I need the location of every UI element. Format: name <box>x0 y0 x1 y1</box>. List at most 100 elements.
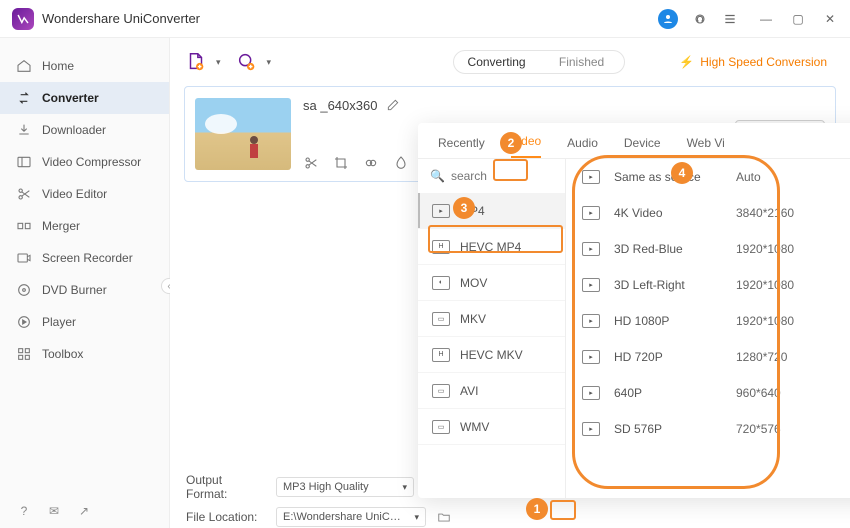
help-icon[interactable]: ? <box>16 503 32 519</box>
format-item-hevcmp4[interactable]: HHEVC MP4 <box>418 229 565 265</box>
resolution-item[interactable]: ▸640P960*640 <box>566 375 850 411</box>
output-format-select[interactable]: MP3 High Quality▾ <box>276 477 414 497</box>
grid-icon <box>16 346 32 362</box>
rename-icon[interactable] <box>385 97 401 113</box>
bolt-icon: ⚡ <box>679 55 694 69</box>
sidebar-item-compressor[interactable]: Video Compressor <box>0 146 169 178</box>
minimize-button[interactable]: — <box>758 11 774 27</box>
file-location-select[interactable]: E:\Wondershare UniConverter▾ <box>276 507 426 527</box>
hamburger-icon[interactable] <box>722 11 738 27</box>
media-icon: ▸ <box>582 206 600 220</box>
support-icon[interactable] <box>692 11 708 27</box>
media-icon: ▸ <box>582 170 600 184</box>
resolution-item[interactable]: ▸HD 720P1280*720 <box>566 339 850 375</box>
folder-icon[interactable] <box>436 509 452 525</box>
crop-icon[interactable] <box>333 155 349 171</box>
disc-icon <box>16 282 32 298</box>
sidebar-item-player[interactable]: Player <box>0 306 169 338</box>
sidebar-item-converter[interactable]: Converter <box>0 82 169 114</box>
effects-icon[interactable] <box>363 155 379 171</box>
sidebar-item-recorder[interactable]: Screen Recorder <box>0 242 169 274</box>
home-icon <box>16 58 32 74</box>
media-icon: ▸ <box>582 386 600 400</box>
annotation-badge-2: 2 <box>500 132 522 154</box>
record-icon <box>16 250 32 266</box>
scissors-icon <box>16 186 32 202</box>
trim-icon[interactable] <box>303 155 319 171</box>
annotation-badge-4: 4 <box>671 162 693 184</box>
close-button[interactable]: ✕ <box>822 11 838 27</box>
compress-icon <box>16 154 32 170</box>
media-icon: ▸ <box>432 204 450 218</box>
download-icon <box>16 122 32 138</box>
format-item-avi[interactable]: ▭AVI <box>418 373 565 409</box>
resolution-item[interactable]: ▸Same as sourceAuto <box>566 159 850 195</box>
tab-converting[interactable]: Converting <box>454 51 539 73</box>
tab-device[interactable]: Device <box>624 136 661 158</box>
watermark-icon[interactable] <box>393 155 409 171</box>
feedback-icon[interactable]: ✉ <box>46 503 62 519</box>
sidebar: Home Converter Downloader Video Compress… <box>0 38 170 528</box>
resolution-item[interactable]: ▸SD 576P720*576 <box>566 411 850 447</box>
play-icon <box>16 314 32 330</box>
media-icon: ▭ <box>432 312 450 326</box>
search-input[interactable] <box>451 169 541 183</box>
format-list: 🔍 ▸MP4 HHEVC MP4 ◐MOV ▭MKV HHEVC MKV ▭AV… <box>418 159 566 498</box>
sidebar-item-label: Player <box>42 315 76 329</box>
sidebar-item-dvd[interactable]: DVD Burner <box>0 274 169 306</box>
annotation-badge-3: 3 <box>453 197 475 219</box>
sidebar-item-label: Converter <box>42 91 99 105</box>
sidebar-item-home[interactable]: Home <box>0 50 169 82</box>
format-item-wmv[interactable]: ▭WMV <box>418 409 565 445</box>
share-icon[interactable]: ↗ <box>76 503 92 519</box>
maximize-button[interactable]: ▢ <box>790 11 806 27</box>
format-item-hevcmkv[interactable]: HHEVC MKV <box>418 337 565 373</box>
resolution-item[interactable]: ▸3D Left-Right1920*1080 <box>566 267 850 303</box>
add-url-button[interactable] <box>233 48 261 76</box>
toolbar: ▾ ▾ Converting Finished ⚡High Speed Conv… <box>170 38 850 86</box>
video-thumbnail[interactable] <box>195 98 291 170</box>
search-icon: 🔍 <box>430 169 445 183</box>
resolution-list: ▸Same as sourceAuto ▸4K Video3840*2160 ▸… <box>566 159 850 498</box>
avatar[interactable] <box>658 9 678 29</box>
sidebar-item-label: Video Editor <box>42 187 107 201</box>
resolution-item[interactable]: ▸HD 1080P1920*1080 <box>566 303 850 339</box>
format-item-mkv[interactable]: ▭MKV <box>418 301 565 337</box>
media-icon: ▭ <box>432 420 450 434</box>
search-wrap: 🔍 <box>418 159 565 193</box>
panel-tabs: Recently Video Audio Device Web Vi <box>418 123 850 159</box>
format-item-mp4[interactable]: ▸MP4 <box>418 193 565 229</box>
sidebar-item-toolbox[interactable]: Toolbox <box>0 338 169 370</box>
sidebar-item-label: Merger <box>42 219 80 233</box>
sidebar-item-downloader[interactable]: Downloader <box>0 114 169 146</box>
content: ▾ ▾ Converting Finished ⚡High Speed Conv… <box>170 38 850 528</box>
media-icon: H <box>432 348 450 362</box>
media-icon: ▸ <box>582 422 600 436</box>
format-item-mov[interactable]: ◐MOV <box>418 265 565 301</box>
sidebar-item-editor[interactable]: Video Editor <box>0 178 169 210</box>
output-format-label: Output Format: <box>186 473 266 501</box>
add-file-button[interactable] <box>182 48 210 76</box>
media-icon: H <box>432 240 450 254</box>
footer-icons: ? ✉ ↗ <box>16 503 92 519</box>
media-icon: ▸ <box>582 350 600 364</box>
tab-finished[interactable]: Finished <box>539 51 624 73</box>
sidebar-item-label: Downloader <box>42 123 106 137</box>
tab-recently[interactable]: Recently <box>438 136 485 158</box>
resolution-item[interactable]: ▸3D Red-Blue1920*1080 <box>566 231 850 267</box>
tab-audio[interactable]: Audio <box>567 136 598 158</box>
converter-icon <box>16 90 32 106</box>
sidebar-item-merger[interactable]: Merger <box>0 210 169 242</box>
tab-webvideo[interactable]: Web Vi <box>687 136 725 158</box>
media-icon: ◐ <box>432 276 450 290</box>
media-icon: ▸ <box>582 314 600 328</box>
sidebar-item-label: Home <box>42 59 74 73</box>
chevron-down-icon[interactable]: ▾ <box>267 57 272 68</box>
segmented: Converting Finished <box>453 50 625 74</box>
annotation-badge-1: 1 <box>526 498 548 520</box>
sidebar-item-label: DVD Burner <box>42 283 107 297</box>
high-speed-toggle[interactable]: ⚡High Speed Conversion <box>668 50 838 74</box>
merge-icon <box>16 218 32 234</box>
chevron-down-icon[interactable]: ▾ <box>216 57 221 68</box>
resolution-item[interactable]: ▸4K Video3840*2160 <box>566 195 850 231</box>
